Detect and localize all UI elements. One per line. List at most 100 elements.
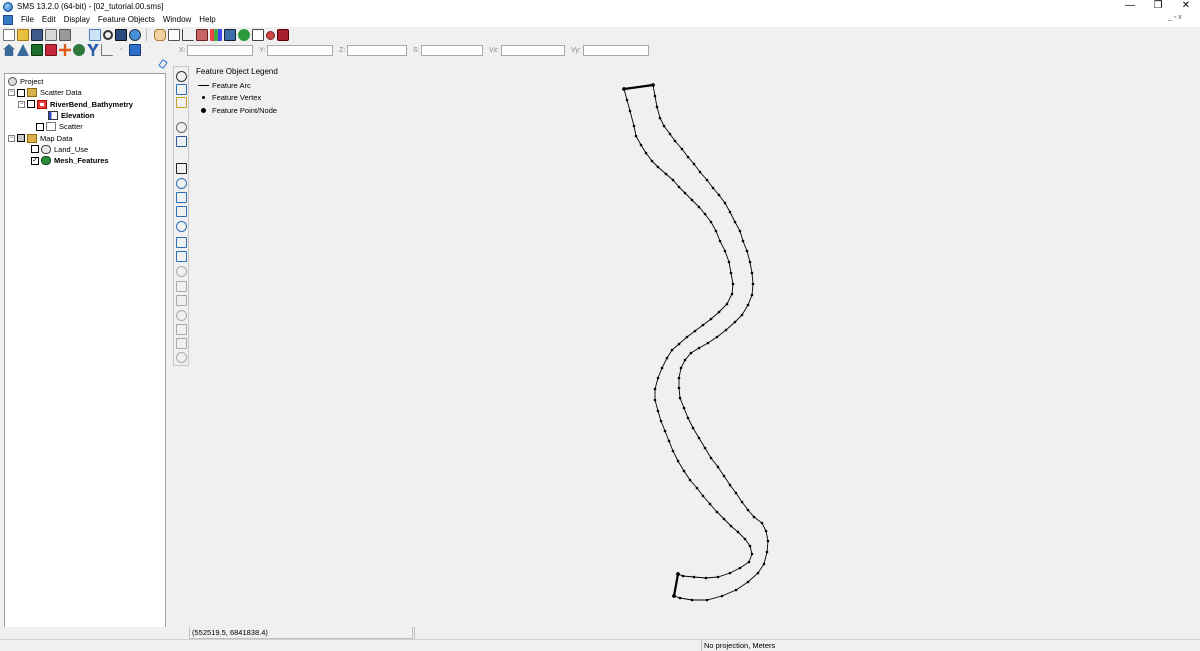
feature-vertex[interactable] bbox=[697, 205, 701, 209]
feature-vertex[interactable] bbox=[723, 201, 727, 205]
visibility-checkbox[interactable] bbox=[27, 100, 35, 109]
vy-value-field[interactable] bbox=[583, 44, 649, 56]
feature-vertex[interactable] bbox=[766, 539, 770, 543]
feature-vertex[interactable] bbox=[731, 282, 735, 286]
feature-vertex[interactable] bbox=[734, 588, 738, 592]
feature-vertex[interactable] bbox=[689, 351, 693, 355]
gis-module-icon[interactable] bbox=[59, 44, 71, 56]
restore-button[interactable]: ❐ bbox=[1144, 0, 1172, 13]
feature-vertex[interactable] bbox=[653, 94, 657, 98]
feature-vertex[interactable] bbox=[725, 302, 729, 306]
feature-vertex[interactable] bbox=[690, 598, 694, 602]
feature-vertex[interactable] bbox=[671, 178, 675, 182]
feature-vertex[interactable] bbox=[715, 510, 719, 514]
feature-vertex[interactable] bbox=[697, 436, 701, 440]
feature-vertex[interactable] bbox=[722, 474, 726, 478]
feature-vertex[interactable] bbox=[762, 562, 766, 566]
feature-arcs-drawing[interactable] bbox=[190, 57, 1200, 627]
feature-vertex[interactable] bbox=[730, 292, 734, 296]
feature-vertex[interactable] bbox=[705, 598, 709, 602]
tree-item-map-data[interactable]: − Map Data bbox=[5, 132, 165, 143]
feature-vertex[interactable] bbox=[680, 147, 684, 151]
feature-arc-left-bank[interactable] bbox=[623, 88, 753, 579]
tree-item-project[interactable]: Project bbox=[5, 76, 165, 87]
feature-vertex[interactable] bbox=[738, 566, 742, 570]
menu-display[interactable]: Display bbox=[60, 13, 94, 27]
feature-vertex[interactable] bbox=[673, 139, 677, 143]
feature-vertex[interactable] bbox=[729, 271, 733, 275]
feature-vertex[interactable] bbox=[701, 494, 705, 498]
s-value-field[interactable] bbox=[421, 44, 483, 56]
select-icon[interactable] bbox=[176, 163, 187, 174]
feature-vertex[interactable] bbox=[728, 210, 732, 214]
copy-icon[interactable] bbox=[252, 29, 264, 41]
feature-vertex[interactable] bbox=[659, 419, 663, 423]
feature-vertex[interactable] bbox=[691, 426, 695, 430]
feature-vertex[interactable] bbox=[715, 335, 719, 339]
frame-icon[interactable] bbox=[89, 29, 101, 41]
visibility-checkbox[interactable] bbox=[36, 122, 44, 131]
pin-icon[interactable] bbox=[158, 59, 168, 69]
graphics-window[interactable]: Feature Object Legend Feature Arc Featur… bbox=[190, 57, 1200, 627]
feature-vertex[interactable] bbox=[676, 459, 680, 463]
feature-vertex[interactable] bbox=[738, 229, 742, 233]
pan-hand-icon[interactable] bbox=[154, 29, 166, 41]
feature-vertex[interactable] bbox=[717, 193, 721, 197]
feature-vertex[interactable] bbox=[760, 521, 764, 525]
feature-vertex[interactable] bbox=[625, 98, 629, 102]
bar-chart-icon[interactable] bbox=[210, 29, 222, 41]
select-polygon-icon[interactable] bbox=[176, 266, 187, 277]
create-arc-icon[interactable] bbox=[176, 206, 187, 217]
particle-module-icon[interactable] bbox=[87, 44, 99, 56]
1d-module-icon[interactable] bbox=[3, 44, 15, 56]
feature-vertex[interactable] bbox=[717, 310, 721, 314]
feature-vertex[interactable] bbox=[734, 491, 738, 495]
tree-item-riverbend-bathymetry[interactable]: − RiverBend_Bathymetry bbox=[5, 99, 165, 110]
feature-vertex[interactable] bbox=[628, 109, 632, 113]
feature-vertex[interactable] bbox=[718, 239, 722, 243]
feature-vertex[interactable] bbox=[756, 571, 760, 575]
feature-vertex[interactable] bbox=[671, 449, 675, 453]
rectangle-icon[interactable] bbox=[168, 29, 180, 41]
projection-display[interactable]: No projection, Meters bbox=[701, 640, 775, 651]
close-button[interactable]: ✕ bbox=[1172, 0, 1200, 13]
feature-node[interactable] bbox=[651, 83, 655, 87]
feature-vertex[interactable] bbox=[728, 571, 732, 575]
menu-feature-objects[interactable]: Feature Objects bbox=[94, 13, 159, 27]
feature-vertex[interactable] bbox=[653, 387, 657, 391]
print-icon[interactable] bbox=[45, 29, 57, 41]
feature-vertex[interactable] bbox=[750, 271, 754, 275]
feature-vertex[interactable] bbox=[728, 483, 732, 487]
feature-vertex[interactable] bbox=[663, 429, 667, 433]
generic-model-icon[interactable] bbox=[129, 44, 141, 56]
feature-vertex[interactable] bbox=[733, 320, 737, 324]
feature-vertex[interactable] bbox=[678, 596, 682, 600]
feature-vertex[interactable] bbox=[656, 165, 660, 169]
rotate-icon[interactable] bbox=[176, 97, 187, 108]
create-point-icon[interactable] bbox=[176, 221, 187, 232]
menu-window[interactable]: Window bbox=[159, 13, 195, 27]
feature-vertex[interactable] bbox=[750, 293, 754, 297]
zoom-icon[interactable] bbox=[176, 84, 187, 95]
feature-vertex[interactable] bbox=[703, 212, 707, 216]
display-icon[interactable] bbox=[176, 136, 187, 147]
feature-node[interactable] bbox=[672, 594, 676, 598]
feature-vertex[interactable] bbox=[650, 159, 654, 163]
feature-vertex[interactable] bbox=[746, 303, 750, 307]
feature-vertex[interactable] bbox=[736, 530, 740, 534]
pan-icon[interactable] bbox=[176, 71, 187, 82]
feature-vertex[interactable] bbox=[698, 170, 702, 174]
select-arc-group-icon[interactable] bbox=[176, 281, 187, 292]
toolbox-icon[interactable] bbox=[277, 29, 289, 41]
feature-vertex[interactable] bbox=[727, 260, 731, 264]
chart-icon[interactable] bbox=[196, 29, 208, 41]
2d-mesh-module-icon[interactable] bbox=[17, 44, 29, 56]
y-coordinate-field[interactable] bbox=[267, 44, 333, 56]
feature-vertex[interactable] bbox=[656, 409, 660, 413]
select-polygon-2-icon[interactable] bbox=[176, 324, 187, 335]
feature-vertex[interactable] bbox=[751, 282, 755, 286]
x-coordinate-field[interactable] bbox=[187, 44, 253, 56]
draw-icon[interactable] bbox=[176, 310, 187, 321]
collapse-toggle[interactable]: − bbox=[8, 134, 15, 142]
feature-vertex[interactable] bbox=[682, 406, 686, 410]
